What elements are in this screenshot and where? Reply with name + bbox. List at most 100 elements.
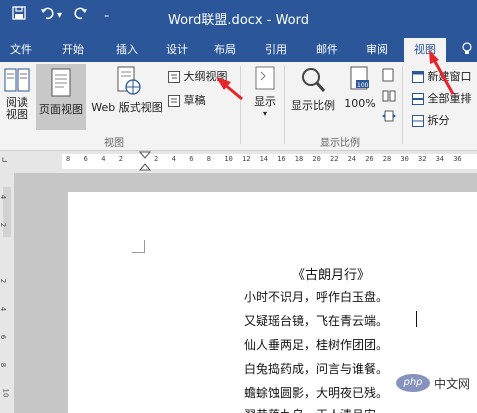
read-mode-icon [4,68,30,92]
tab-references[interactable]: 引用 [265,42,287,58]
poem-line: 仙人垂两足，桂树作团团。 [244,338,389,352]
ruler-tick-label: 24 [347,155,357,163]
read-mode-label-2: 视图 [6,108,28,121]
arrange-all-button[interactable]: 全部重排 [412,90,472,106]
print-layout-icon [51,68,71,97]
new-window-button[interactable]: 新建窗口 [412,68,472,84]
tab-file[interactable]: 文件 [10,42,32,58]
ruler-tick-label: 32 [418,155,427,163]
ruler-tick-label: 2 [118,155,124,163]
group-separator [284,66,285,144]
text-cursor [416,311,417,327]
show-label: 显示 [254,95,276,108]
vertical-ruler: 4 2 2 4 6 8 10 [0,173,14,413]
vruler-tick-label: 4 [0,306,8,312]
ruler-tick-label: 6 [189,155,194,163]
read-mode-button[interactable]: 阅读 视图 [2,66,32,121]
ruler-tick-label: 14 [259,155,269,163]
ruler-tick-label: 4 [101,155,106,163]
tab-home[interactable]: 开始 [62,42,84,58]
ruler-tick-label: 8 [206,155,212,163]
poem-title: 《古朗月行》 [292,268,371,283]
zoom-100-button[interactable]: 100 100% [342,66,378,110]
split-label: 拆分 [427,114,450,127]
tab-selector-icon[interactable]: ∟ [2,156,7,166]
watermark-text: 中文网 [434,377,471,391]
group-separator [402,66,403,144]
poem-line: 又疑瑶台镜，飞在青云端。 [244,314,389,328]
tell-me-icon[interactable] [462,42,472,61]
ruler-tick-label: 36 [453,155,462,163]
ruler-tick-label: 22 [330,155,339,163]
print-layout-label: 页面视图 [39,103,83,116]
watermark: php 中文网 [392,370,476,396]
ruler-tick-label: 10 [224,155,233,163]
page-width-icon[interactable] [382,110,396,125]
draft-button[interactable]: 草稿 [168,92,206,108]
web-layout-button[interactable]: Web 版式视图 [88,66,166,115]
ruler-tick-label: 12 [242,155,251,163]
tab-design[interactable]: 设计 [166,42,188,58]
vruler-tick-label: 6 [0,334,8,340]
ruler-track [62,154,477,169]
group-separator [240,66,241,144]
split-icon [412,115,424,127]
margin-corner-mark [132,240,145,253]
show-icon [255,66,275,90]
php-logo: php [396,374,430,392]
views-group-label: 视图 [104,138,124,149]
zoom-100-icon: 100 [350,66,369,90]
ruler-tick-label: 2 [154,155,159,163]
ruler-tick-label: 8 [66,155,71,163]
arrange-all-icon [412,93,424,105]
vruler-tick-label: 8 [0,362,8,368]
vruler-tick-label: 10 [1,388,10,398]
vruler-tick-label: 2 [0,278,8,284]
ruler-tick-label: 20 [312,155,321,163]
vruler-tick-label: 4 [0,194,8,200]
draft-label: 草稿 [183,94,206,107]
zoom-label: 显示比例 [291,99,335,112]
zoom-100-label: 100% [344,97,376,110]
poem-line: 羿昔落九乌，天人清且安。 [244,406,388,413]
indent-marker-icon[interactable] [139,151,151,173]
zoom-button[interactable]: 显示比例 [290,66,336,113]
tab-layout[interactable]: 布局 [214,42,236,58]
poem-line: 蟾蜍蚀圆影，大明夜已残。 [244,386,389,400]
one-page-icon[interactable] [382,68,394,85]
tab-view[interactable]: 视图 [404,38,446,62]
title-bar: ▾ ₌ Word联盟.docx - Word [0,0,477,38]
ruler-tick-label: 34 [435,155,445,163]
magnifier-icon [302,68,326,92]
new-window-icon [412,71,424,83]
show-button[interactable]: 显示 ▾ [250,66,280,118]
svg-text:100: 100 [357,82,369,89]
outline-button[interactable]: 大纲视图 [168,68,228,84]
outline-icon [168,71,180,83]
show-dropdown-icon: ▾ [262,109,267,118]
outline-label: 大纲视图 [183,70,228,83]
new-window-label: 新建窗口 [427,70,472,83]
tab-insert[interactable]: 插入 [116,42,138,58]
zoom-group-label: 显示比例 [320,138,360,149]
ruler-tick-label: 18 [294,155,304,163]
poem-line: 小时不识月，呼作白玉盘。 [244,290,389,304]
ruler-tick-label: 4 [171,155,176,163]
ruler-tick-label: 30 [400,155,409,163]
ruler-tick-label: 28 [382,155,392,163]
multiple-pages-icon[interactable] [382,90,396,105]
tab-mailings[interactable]: 邮件 [316,42,338,58]
ruler-tick-label: 6 [83,155,88,163]
print-layout-button[interactable]: 页面视图 [36,64,86,130]
split-button[interactable]: 拆分 [412,112,450,128]
poem-line: 白兔捣药成，问言与谁餐。 [244,362,389,376]
tab-review[interactable]: 审阅 [366,42,388,58]
web-layout-icon [117,66,141,95]
horizontal-ruler[interactable]: ∟ 8 6 4 2 2 4 6 8 10 12 14 16 18 20 22 24 26 28 30 32 34 36 [0,151,477,173]
ribbon-tabs: 文件 开始 插入 设计 布局 引用 邮件 审阅 视图 [0,38,477,62]
draft-icon [168,95,180,107]
vruler-tick-label: 2 [0,222,8,228]
arrange-all-label: 全部重排 [427,92,472,105]
window-title: Word联盟.docx - Word [168,13,309,28]
web-layout-label: Web 版式视图 [91,101,163,114]
